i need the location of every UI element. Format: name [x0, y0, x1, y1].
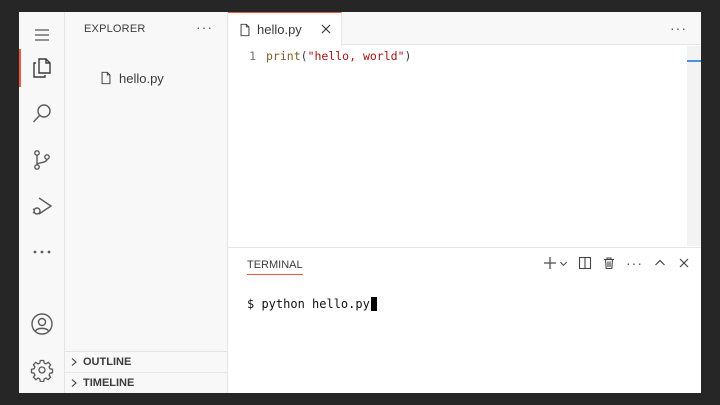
sidebar-title: EXPLORER [84, 23, 146, 35]
account-button[interactable] [19, 301, 65, 347]
panel-more-button[interactable]: ··· [626, 255, 643, 271]
chevron-up-icon[interactable] [653, 256, 667, 270]
code-token-paren-close: ) [404, 49, 412, 63]
vscode-window: EXPLORER ··· hello.py OUTLINE TIMELINE h… [19, 12, 701, 393]
files-icon [33, 58, 51, 78]
editor-scrollbar[interactable] [687, 46, 701, 246]
panel-actions: ··· [543, 255, 691, 271]
plus-icon [544, 257, 556, 269]
search-icon [32, 104, 51, 123]
code-token-function: print [266, 49, 301, 63]
menu-icon [35, 29, 49, 41]
activity-bar [19, 12, 65, 393]
bottom-panel: TERMINAL ··· $ python hello.py [228, 247, 701, 393]
file-icon [240, 23, 250, 36]
sidebar-more-button[interactable]: ··· [196, 19, 213, 35]
manage-button[interactable] [19, 347, 65, 393]
code-token-string: "hello, world" [307, 49, 405, 63]
tab-bar: hello.py ··· [228, 12, 701, 46]
terminal-output[interactable]: $ python hello.py [247, 297, 377, 311]
source-control-button[interactable] [19, 137, 65, 183]
explorer-button[interactable] [19, 45, 65, 91]
code-token-paren-open: ( [300, 49, 308, 63]
gear-icon [30, 359, 54, 382]
split-terminal-icon[interactable] [578, 256, 592, 270]
chevron-right-icon [71, 379, 77, 387]
tab-terminal[interactable]: TERMINAL [247, 259, 303, 275]
close-icon[interactable] [319, 22, 333, 36]
search-button[interactable] [19, 91, 65, 137]
trash-icon[interactable] [602, 256, 616, 270]
tab-label: hello.py [257, 22, 302, 37]
explorer-sidebar: EXPLORER ··· hello.py OUTLINE TIMELINE [65, 12, 228, 393]
terminal-cursor [370, 297, 377, 311]
tab-hello-py[interactable]: hello.py [228, 12, 342, 46]
outline-label: OUTLINE [83, 356, 132, 368]
timeline-section[interactable]: TIMELINE [65, 372, 227, 393]
editor-area: hello.py ··· 1 print("hello, world") [228, 12, 701, 247]
outline-section[interactable]: OUTLINE [65, 351, 227, 372]
more-button[interactable] [19, 229, 65, 275]
new-terminal-button[interactable] [543, 256, 568, 270]
chevron-right-icon [71, 358, 77, 366]
close-icon[interactable] [677, 256, 691, 270]
file-item-hello-py[interactable]: hello.py [99, 68, 164, 88]
run-debug-button[interactable] [19, 183, 65, 229]
file-name: hello.py [119, 70, 164, 86]
line-number: 1 [249, 49, 256, 63]
file-icon [101, 71, 111, 85]
account-icon [31, 313, 53, 335]
more-icon [33, 250, 51, 254]
chevron-down-icon[interactable] [559, 259, 568, 268]
timeline-label: TIMELINE [83, 377, 135, 389]
source-control-icon [34, 150, 50, 170]
editor-more-button[interactable]: ··· [670, 20, 687, 36]
run-debug-icon [32, 197, 53, 215]
terminal-command: $ python hello.py [247, 297, 370, 311]
code-line[interactable]: 1 print("hello, world") [228, 46, 701, 66]
